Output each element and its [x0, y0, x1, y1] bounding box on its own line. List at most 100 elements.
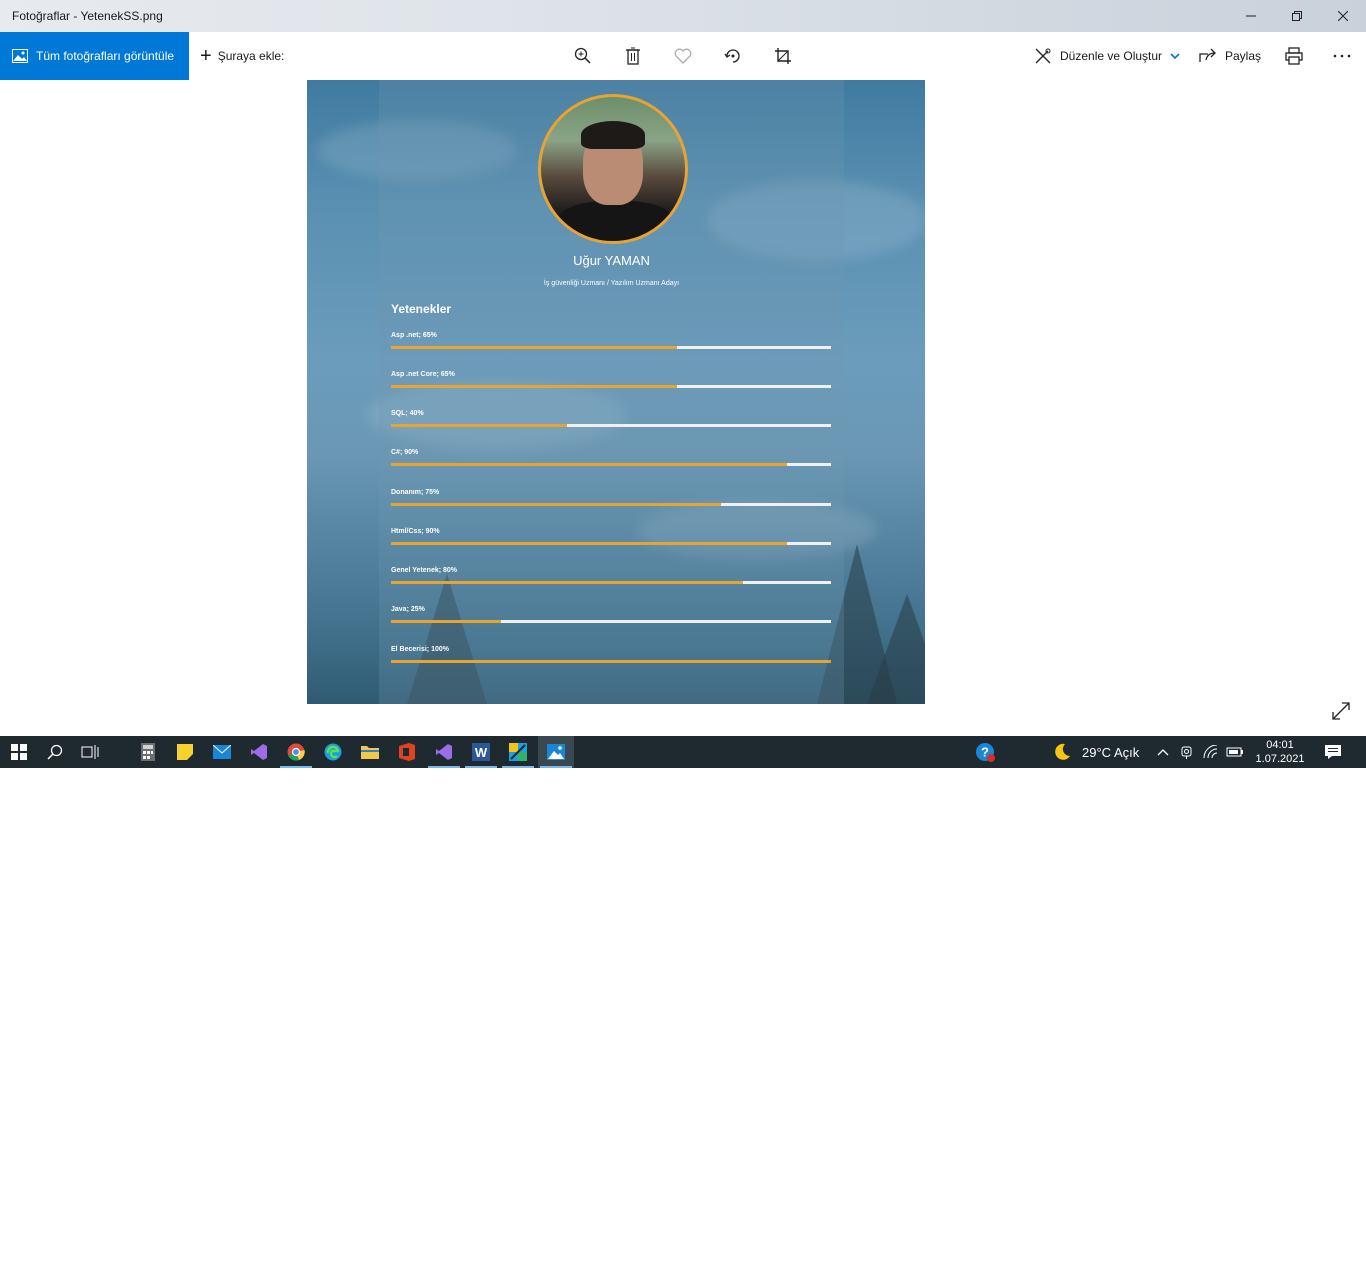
search-icon	[47, 744, 63, 760]
chevron-up-icon	[1157, 749, 1169, 756]
profile-subtitle: İş güvenliği Uzmanı / Yazılım Uzmanı Ada…	[543, 280, 680, 287]
skill-label: Html/Css; 90%	[391, 528, 440, 535]
print-button[interactable]	[1282, 44, 1306, 68]
restore-button[interactable]	[1274, 0, 1320, 32]
meet-now-button[interactable]	[1177, 742, 1197, 762]
delete-button[interactable]	[621, 44, 645, 68]
rotate-icon	[724, 49, 740, 63]
edit-icon	[1035, 48, 1051, 64]
restore-icon	[1292, 11, 1302, 21]
edge-icon	[324, 743, 342, 761]
start-button[interactable]	[9, 742, 29, 762]
skill-item: El Becerisi; 100%	[391, 646, 831, 663]
windows-icon	[11, 744, 27, 760]
fullscreen-button[interactable]	[1330, 700, 1354, 724]
calculator-app[interactable]	[138, 742, 158, 762]
skill-label: Asp .net; 65%	[391, 332, 437, 339]
minimize-button[interactable]	[1228, 0, 1274, 32]
clock-date: 1.07.2021	[1255, 753, 1305, 765]
zoom-button[interactable]	[571, 44, 595, 68]
calculator-icon	[141, 743, 155, 761]
share-label: Paylaş	[1225, 49, 1262, 63]
notification-icon	[1325, 745, 1341, 759]
rotate-button[interactable]	[721, 44, 745, 68]
skill-item: Asp .net Core; 65%	[391, 371, 831, 388]
mail-icon	[213, 745, 231, 759]
sticky-notes-app[interactable]	[175, 742, 195, 762]
window-title: Fotoğraflar - YetenekSS.png	[12, 9, 163, 23]
toolbar: Tüm fotoğrafları görüntüle + Şuraya ekle…	[0, 32, 1366, 80]
svg-text:W: W	[475, 745, 488, 760]
show-hidden-icons-button[interactable]	[1153, 742, 1173, 762]
skill-item: Genel Yetenek; 80%	[391, 567, 831, 584]
visual-studio-app[interactable]	[249, 742, 269, 762]
zoom-in-icon	[574, 47, 591, 64]
search-button[interactable]	[45, 742, 65, 762]
skill-item: Html/Css; 90%	[391, 528, 831, 545]
weather-button[interactable]	[1052, 742, 1072, 762]
visual-studio-icon	[436, 744, 452, 760]
photos-icon	[547, 744, 565, 760]
crop-button[interactable]	[771, 44, 795, 68]
camera-icon	[1181, 746, 1192, 759]
skill-fill	[391, 660, 831, 663]
task-view-button[interactable]	[80, 742, 100, 762]
share-button[interactable]: Paylaş	[1199, 32, 1261, 80]
file-explorer-app[interactable]	[360, 742, 380, 762]
minimize-icon	[1246, 15, 1256, 17]
skill-track	[391, 542, 831, 545]
chrome-app[interactable]	[280, 742, 312, 768]
skill-track	[391, 424, 831, 427]
skill-fill	[391, 542, 787, 545]
battery-icon	[1226, 747, 1243, 757]
more-options-button[interactable]	[1330, 44, 1354, 68]
help-tray-button[interactable]: ?	[975, 742, 995, 762]
photo-icon	[12, 49, 28, 63]
word-app[interactable]: W	[465, 742, 497, 768]
office-app[interactable]	[397, 742, 417, 762]
skill-fill	[391, 463, 787, 466]
word-icon: W	[472, 743, 490, 761]
mail-app[interactable]	[212, 742, 232, 762]
task-view-icon	[81, 745, 99, 759]
edit-create-label: Düzenle ve Oluştur	[1060, 49, 1163, 63]
skill-track	[391, 581, 831, 584]
taskbar: W ? 29°C Açık 04:01 1.07.2021	[0, 736, 1366, 768]
printer-icon	[1285, 47, 1303, 65]
skill-fill	[391, 581, 743, 584]
skill-label: Donanım; 75%	[391, 489, 440, 496]
photos-app[interactable]	[540, 742, 572, 768]
clock-time: 04:01	[1266, 739, 1294, 751]
visual-studio-2-app[interactable]	[428, 742, 460, 768]
skill-fill	[391, 346, 677, 349]
weather-text[interactable]: 29°C Açık	[1082, 736, 1139, 768]
network-button[interactable]	[1201, 742, 1221, 762]
battery-button[interactable]	[1225, 742, 1245, 762]
skill-item: SQL; 40%	[391, 410, 831, 427]
crop-icon	[775, 48, 791, 64]
action-center-button[interactable]	[1323, 742, 1343, 762]
close-button[interactable]	[1320, 0, 1366, 32]
skill-label: Asp .net Core; 65%	[391, 371, 455, 378]
more-icon	[1333, 54, 1351, 58]
profile-name: Uğur YAMAN	[573, 253, 650, 268]
clock[interactable]: 04:01 1.07.2021	[1250, 738, 1310, 766]
visual-studio-icon	[251, 744, 267, 760]
help-icon: ?	[976, 743, 995, 762]
photo-viewer[interactable]: Uğur YAMAN İş güvenliği Uzmanı / Yazılım…	[307, 80, 925, 704]
profile-panel: Uğur YAMAN İş güvenliği Uzmanı / Yazılım…	[379, 80, 844, 704]
skill-fill	[391, 503, 721, 506]
skill-item: Asp .net; 65%	[391, 332, 831, 349]
skill-track	[391, 463, 831, 466]
skill-track	[391, 385, 831, 388]
skill-label: C#; 90%	[391, 449, 419, 456]
title-bar: Fotoğraflar - YetenekSS.png	[0, 0, 1366, 32]
edit-create-button[interactable]: Düzenle ve Oluştur	[1034, 32, 1180, 80]
expand-icon	[1332, 702, 1350, 720]
view-all-photos-button[interactable]: Tüm fotoğrafları görüntüle	[0, 32, 189, 80]
add-to-button[interactable]: + Şuraya ekle:	[200, 32, 284, 80]
snip-sketch-app[interactable]	[502, 742, 534, 768]
edge-app[interactable]	[323, 742, 343, 762]
share-icon	[1199, 48, 1216, 62]
favorite-button[interactable]	[671, 44, 695, 68]
